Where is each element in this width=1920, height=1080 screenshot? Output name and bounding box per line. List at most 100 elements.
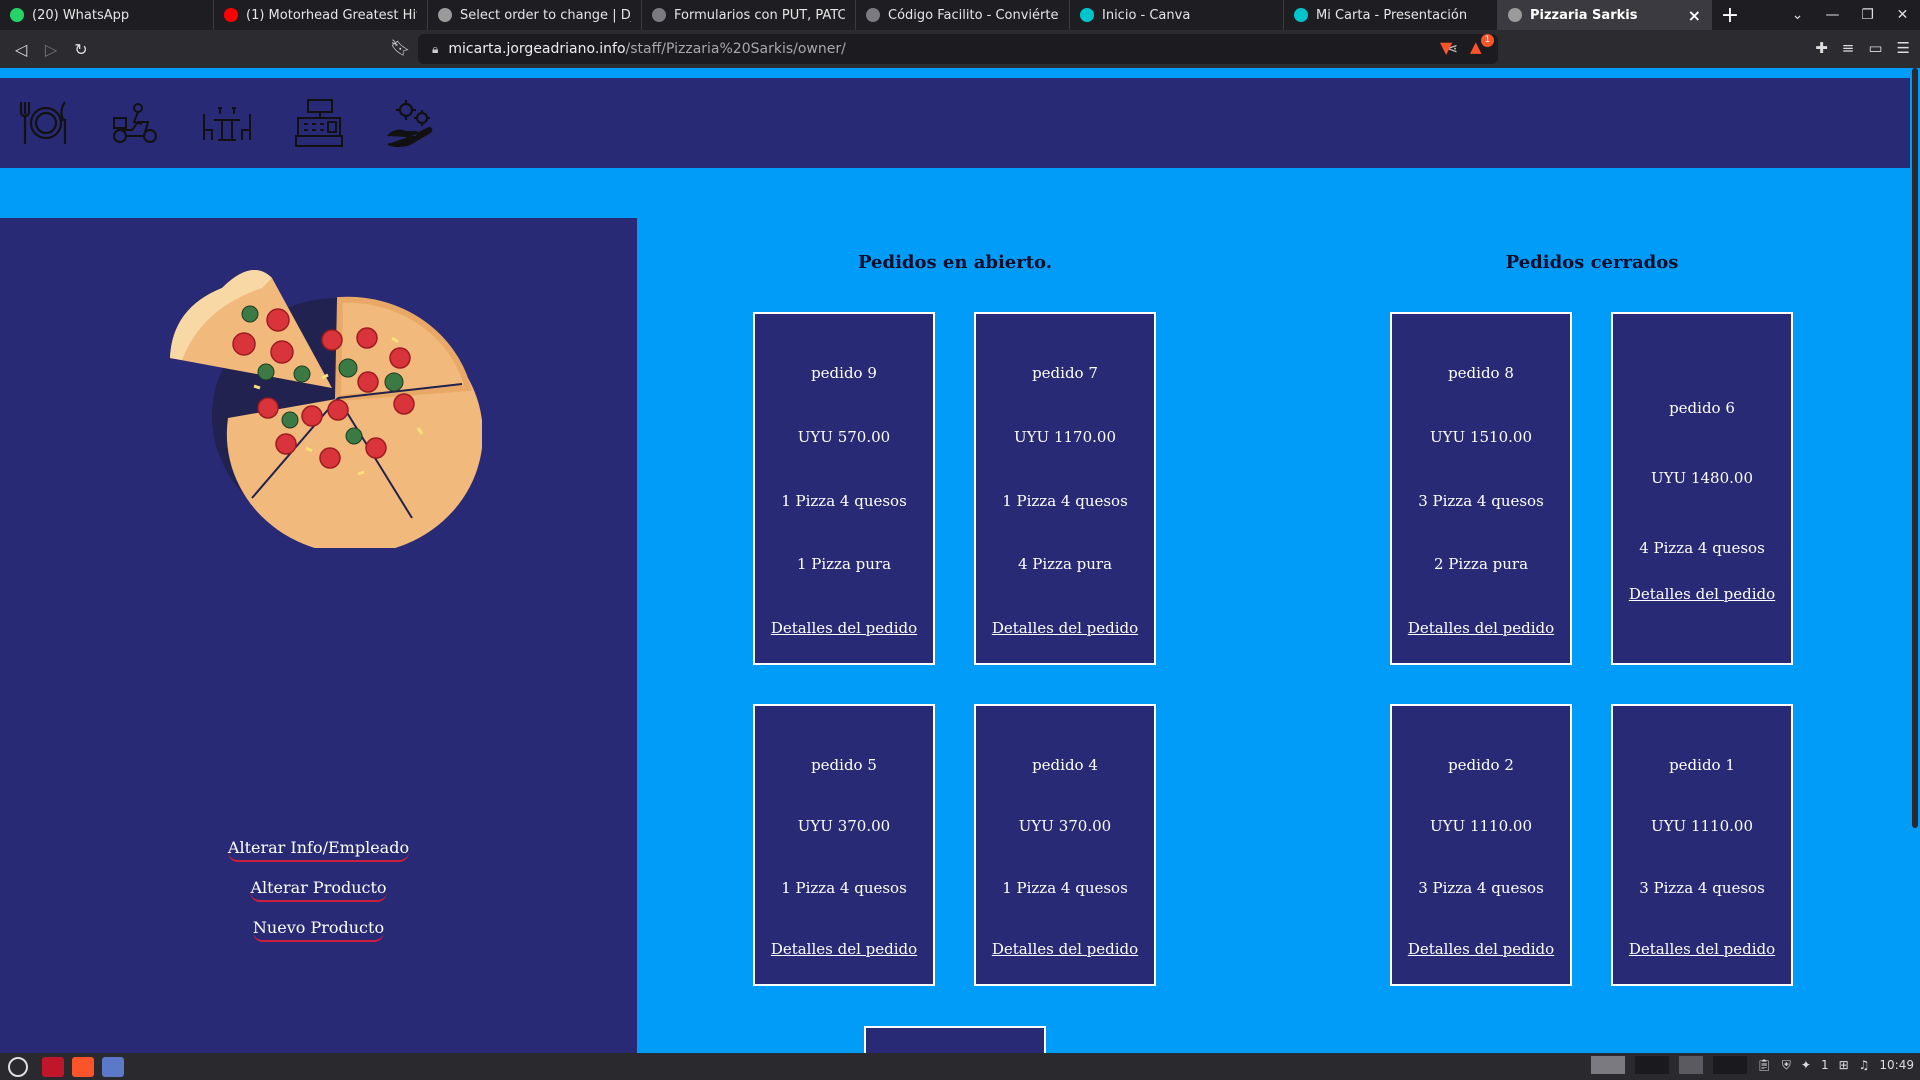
reload-icon[interactable]: ↻: [66, 40, 96, 59]
dining-icon[interactable]: [16, 96, 70, 150]
tab-search-icon[interactable]: ⌄: [1780, 7, 1815, 23]
playlist-icon[interactable]: ≡: [1842, 39, 1855, 57]
extensions-icon[interactable]: ✚: [1815, 39, 1828, 57]
order-card: pedido 4 UYU 370.00 1 Pizza 4 quesos Det…: [974, 704, 1156, 986]
clipboard-icon[interactable]: 📋︎: [1757, 1058, 1772, 1072]
order-details-link[interactable]: Detalles del pedido: [1408, 940, 1554, 958]
alterar-producto-link[interactable]: Alterar Producto: [250, 878, 387, 902]
order-details-link[interactable]: Detalles del pedido: [992, 940, 1138, 958]
scrollbar-thumb[interactable]: [1912, 68, 1918, 828]
workspace-3[interactable]: [1678, 1056, 1703, 1074]
alterar-info-empleado-link[interactable]: Alterar Info/Empleado: [227, 838, 410, 862]
tab-formularios[interactable]: Formularios con PUT, PATCH y: [642, 0, 856, 30]
open-orders-title: Pedidos en abierto.: [857, 252, 1053, 273]
new-tab-button[interactable]: +: [1712, 3, 1748, 28]
tab-favicon-icon: [866, 8, 880, 22]
tab-favicon-icon: [10, 8, 24, 22]
order-item: 3 Pizza 4 quesos: [1418, 878, 1544, 897]
terminal-icon[interactable]: [42, 1056, 64, 1077]
order-total: UYU 1170.00: [1014, 427, 1116, 446]
order-name: pedido 8: [1448, 364, 1514, 382]
file-manager-icon[interactable]: [102, 1056, 124, 1077]
url-path: /staff/Pizzaria%20Sarkis/owner/: [625, 41, 846, 57]
order-card: pedido 5 UYU 370.00 1 Pizza 4 quesos Det…: [753, 704, 935, 986]
page-content: Alterar Info/Empleado Alterar Producto N…: [0, 68, 1910, 1053]
tab-codigo-facilito[interactable]: Código Facilito - Conviértete en: [856, 0, 1070, 30]
workspace-1[interactable]: [1590, 1056, 1625, 1074]
pizza-illustration: [162, 248, 483, 555]
brave-rewards-icon[interactable]: ▲ 1: [1470, 34, 1494, 58]
order-item: 3 Pizza 4 quesos: [1418, 491, 1544, 510]
tab-title: (20) WhatsApp: [32, 7, 130, 23]
page-scrollbar[interactable]: [1910, 68, 1920, 1053]
tab-whatsapp[interactable]: (20) WhatsApp: [0, 0, 214, 30]
order-total: UYU 370.00: [797, 817, 891, 836]
order-item: 4 Pizza 4 quesos: [1639, 539, 1765, 557]
nuevo-producto-link[interactable]: Nuevo Producto: [252, 918, 385, 942]
order-item: 1 Pizza 4 quesos: [1002, 878, 1128, 897]
tables-icon[interactable]: [200, 96, 254, 150]
close-window-icon[interactable]: ✕: [1885, 7, 1920, 23]
close-tab-icon[interactable]: ×: [1688, 6, 1701, 25]
notification-icon[interactable]: ✦: [1801, 1058, 1811, 1072]
order-item: 1 Pizza pura: [796, 555, 892, 574]
minimize-icon[interactable]: —: [1815, 7, 1850, 23]
order-card: pedido 7 UYU 1170.00 1 Pizza 4 quesos 4 …: [974, 312, 1156, 665]
rewards-badge: 1: [1481, 34, 1494, 47]
order-details-link[interactable]: Detalles del pedido: [1629, 940, 1775, 958]
order-total: UYU 1480.00: [1651, 469, 1753, 487]
brave-shields-icon[interactable]: ▼: [1440, 38, 1452, 57]
tab-youtube[interactable]: (1) Motorhead Greatest Hits fu: [214, 0, 428, 30]
closed-orders-title: Pedidos cerrados: [1505, 252, 1679, 273]
network-icon[interactable]: ⊞: [1839, 1058, 1849, 1072]
order-details-link[interactable]: Detalles del pedido: [1629, 585, 1775, 603]
menu-icon[interactable]: ☰: [1897, 39, 1910, 57]
back-icon[interactable]: ◁: [6, 40, 36, 59]
workspace-2[interactable]: [1634, 1056, 1669, 1074]
order-total: UYU 570.00: [797, 427, 891, 446]
workspace-4[interactable]: [1712, 1056, 1747, 1074]
tab-mi-carta[interactable]: Mi Carta - Presentación: [1284, 0, 1498, 30]
order-item: 1 Pizza 4 quesos: [1002, 491, 1128, 510]
bookmark-icon[interactable]: 🔖︎: [390, 38, 410, 57]
order-card: pedido 1 UYU 1110.00 3 Pizza 4 quesos De…: [1611, 704, 1793, 986]
toolbar-right: ✚ ≡ ▭ ☰: [1815, 39, 1910, 57]
brave-browser-icon[interactable]: [72, 1056, 94, 1077]
shield-icon[interactable]: ⛨: [1782, 1058, 1791, 1073]
tab-title: Select order to change | Djang: [460, 7, 631, 23]
order-card: pedido 8 UYU 1510.00 3 Pizza 4 quesos 2 …: [1390, 312, 1572, 665]
wallet-icon[interactable]: ▭: [1868, 39, 1882, 57]
tab-favicon-icon: [1508, 8, 1522, 22]
tab-canva[interactable]: Inicio - Canva: [1070, 0, 1284, 30]
order-name: pedido 6: [1669, 399, 1735, 417]
order-name: pedido 2: [1448, 756, 1514, 774]
order-card: pedido 6 UYU 1480.00 4 Pizza 4 quesos De…: [1611, 312, 1793, 665]
order-details-link[interactable]: Detalles del pedido: [771, 940, 917, 958]
sound-icon[interactable]: ♫: [1859, 1058, 1870, 1072]
clock[interactable]: 10:49: [1879, 1058, 1914, 1072]
start-menu-icon[interactable]: [8, 1056, 28, 1077]
order-name: pedido 5: [811, 756, 877, 774]
tab-pizzaria-sarkis[interactable]: Pizzaria Sarkis ×: [1498, 0, 1712, 30]
delivery-scooter-icon[interactable]: [108, 96, 162, 150]
order-card: pedido 9 UYU 570.00 1 Pizza 4 quesos 1 P…: [753, 312, 935, 665]
order-details-link[interactable]: Detalles del pedido: [1408, 619, 1554, 637]
settings-hand-icon[interactable]: [384, 96, 438, 150]
restore-icon[interactable]: ❐: [1850, 7, 1885, 23]
order-details-link[interactable]: Detalles del pedido: [992, 619, 1138, 637]
tab-favicon-icon: [1294, 8, 1308, 22]
url-bar[interactable]: 🔒︎ micarta.jorgeadriano.info/staff/Pizza…: [418, 34, 1498, 64]
tab-bar: (20) WhatsApp (1) Motorhead Greatest Hit…: [0, 0, 1920, 30]
cash-register-icon[interactable]: [292, 96, 346, 150]
order-item: 1 Pizza 4 quesos: [781, 878, 907, 897]
tab-django[interactable]: Select order to change | Djang: [428, 0, 642, 30]
order-total: UYU 1510.00: [1430, 427, 1532, 446]
order-details-link[interactable]: Detalles del pedido: [771, 619, 917, 637]
sidebar-panel: Alterar Info/Empleado Alterar Producto N…: [0, 218, 637, 1053]
order-name: pedido 1: [1669, 756, 1735, 774]
order-name: pedido 4: [1032, 756, 1098, 774]
workspace-number: 1: [1820, 1058, 1829, 1072]
os-taskbar: 📋︎ ⛨ ✦ 1 ⊞ ♫ 10:49: [0, 1053, 1920, 1080]
forward-icon[interactable]: ▷: [36, 40, 66, 59]
order-item: 3 Pizza 4 quesos: [1639, 878, 1765, 897]
